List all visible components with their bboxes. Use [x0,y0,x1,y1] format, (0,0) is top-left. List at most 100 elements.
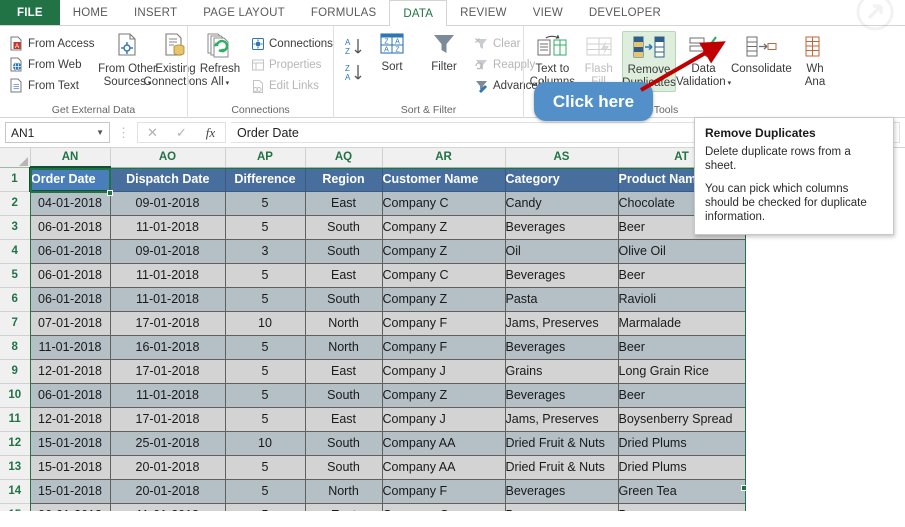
grid-cell[interactable]: Olive Oil [617,238,746,264]
row-header-3[interactable]: 3 [0,215,31,240]
column-header-aq[interactable]: AQ [305,148,383,168]
grid-cell[interactable]: 17-01-2018 [109,310,226,336]
grid-cell[interactable]: 06-01-2018 [29,502,111,511]
tab-review[interactable]: REVIEW [447,0,520,26]
grid-cell[interactable]: Company F [381,310,506,336]
grid-cell[interactable]: Company Z [381,214,506,240]
grid-cell[interactable]: 07-01-2018 [29,310,111,336]
tab-page-layout[interactable]: PAGE LAYOUT [190,0,298,26]
grid-cell[interactable]: East [304,190,383,216]
what-if-analysis-button[interactable]: Wh Ana [792,31,838,90]
grid-cell[interactable]: 25-01-2018 [109,430,226,456]
grid-cell[interactable]: Dried Plums [617,430,746,456]
grid-cell[interactable]: 5 [224,454,306,480]
grid-cell[interactable]: 5 [224,190,306,216]
tab-view[interactable]: VIEW [520,0,576,26]
grid-cell[interactable]: Beer [617,334,746,360]
grid-cell[interactable]: 5 [224,286,306,312]
grid-cell[interactable]: 10 [224,310,306,336]
grid-cell[interactable]: Long Grain Rice [617,358,746,384]
grid-cell[interactable]: 17-01-2018 [109,358,226,384]
header-cell-ao[interactable]: Dispatch Date [109,166,226,192]
grid-cell[interactable]: 15-01-2018 [29,454,111,480]
grid-cell[interactable]: 16-01-2018 [109,334,226,360]
grid-cell[interactable]: Beer [617,502,746,511]
row-header-4[interactable]: 4 [0,239,31,264]
grid-cell[interactable]: Beverages [504,214,619,240]
grid-cell[interactable]: East [304,406,383,432]
name-box[interactable]: AN1 ▼ [5,122,110,143]
row-header-15[interactable]: 15 [0,503,31,511]
tab-data[interactable]: DATA [389,0,448,26]
row-header-6[interactable]: 6 [0,287,31,312]
row-header-8[interactable]: 8 [0,335,31,360]
grid-cell[interactable]: 11-01-2018 [109,502,226,511]
grid-cell[interactable]: 15-01-2018 [29,430,111,456]
grid-cell[interactable]: Beer [617,382,746,408]
row-header-10[interactable]: 10 [0,383,31,408]
grid-cell[interactable]: Company Z [381,382,506,408]
grid-cell[interactable]: Jams, Preserves [504,406,619,432]
sort-descending-button[interactable]: Z A [339,60,369,86]
grid-cell[interactable]: 09-01-2018 [109,238,226,264]
grid-cell[interactable]: Company C [381,262,506,288]
connections-button[interactable]: Connections [247,33,337,54]
grid-cell[interactable]: South [304,238,383,264]
grid-cell[interactable]: 06-01-2018 [29,286,111,312]
column-header-as[interactable]: AS [505,148,619,168]
grid-cell[interactable]: Beverages [504,334,619,360]
row-header-11[interactable]: 11 [0,407,31,432]
column-header-ap[interactable]: AP [225,148,306,168]
column-header-ao[interactable]: AO [110,148,226,168]
table-range-handle[interactable] [741,485,747,491]
grid-cell[interactable]: North [304,478,383,504]
grid-cell[interactable]: Company C [381,502,506,511]
row-header-7[interactable]: 7 [0,311,31,336]
grid-cell[interactable]: Company AA [381,454,506,480]
header-cell-ap[interactable]: Difference [224,166,306,192]
grid-cell[interactable]: North [304,334,383,360]
column-header-an[interactable]: AN [30,148,111,168]
tab-formulas[interactable]: FORMULAS [298,0,390,26]
row-header-12[interactable]: 12 [0,431,31,456]
grid-cell[interactable]: Candy [504,190,619,216]
insert-function-button[interactable]: fx [196,125,225,141]
grid-cell[interactable]: Pasta [504,286,619,312]
grid-cell[interactable]: Jams, Preserves [504,310,619,336]
grid-cell[interactable]: 5 [224,382,306,408]
grid-cell[interactable]: 11-01-2018 [109,214,226,240]
grid-cell[interactable]: 5 [224,214,306,240]
data-validation-button[interactable]: Data Validation ▾ [676,31,731,90]
grid-cell[interactable]: 06-01-2018 [29,262,111,288]
column-header-ar[interactable]: AR [382,148,506,168]
row-header-14[interactable]: 14 [0,479,31,504]
grid-cell[interactable]: 17-01-2018 [109,406,226,432]
grid-cell[interactable]: 20-01-2018 [109,454,226,480]
tab-developer[interactable]: DEVELOPER [576,0,674,26]
grid-cell[interactable]: 06-01-2018 [29,214,111,240]
grid-cell[interactable]: Beverages [504,382,619,408]
grid-cell[interactable]: 15-01-2018 [29,478,111,504]
grid-cell[interactable]: Beverages [504,478,619,504]
header-cell-aq[interactable]: Region [304,166,383,192]
grid-cell[interactable]: South [304,214,383,240]
row-header-1[interactable]: 1 [0,167,31,192]
header-cell-ar[interactable]: Customer Name [381,166,506,192]
row-header-2[interactable]: 2 [0,191,31,216]
grid-cell[interactable]: Company AA [381,430,506,456]
grid-cell[interactable]: Dried Fruit & Nuts [504,430,619,456]
grid-cell[interactable]: Beer [617,262,746,288]
grid-cell[interactable]: Oil [504,238,619,264]
header-cell-as[interactable]: Category [504,166,619,192]
grid-cell[interactable]: 06-01-2018 [29,382,111,408]
sort-ascending-button[interactable]: A Z [339,34,369,60]
grid-cell[interactable]: 12-01-2018 [29,406,111,432]
grid-cell[interactable]: 12-01-2018 [29,358,111,384]
grid-cell[interactable]: Ravioli [617,286,746,312]
grid-cell[interactable]: 5 [224,478,306,504]
row-header-9[interactable]: 9 [0,359,31,384]
grid-cell[interactable]: Beverages [504,262,619,288]
grid-cell[interactable]: Grains [504,358,619,384]
row-header-5[interactable]: 5 [0,263,31,288]
cancel-formula-button[interactable]: ✕ [138,125,167,141]
